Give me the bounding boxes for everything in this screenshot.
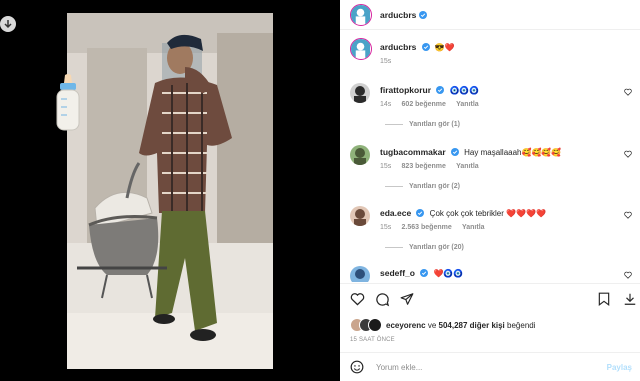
- view-replies-label: Yanıtları gör (1): [409, 121, 460, 128]
- post-comment-button[interactable]: Paylaş: [607, 363, 632, 372]
- caption-text: 😎❤️: [434, 43, 455, 52]
- download-icon[interactable]: [623, 292, 637, 306]
- view-replies-button[interactable]: Yanıtları gör (2): [385, 183, 460, 190]
- comment-likes[interactable]: 2.563 beğenme: [402, 224, 452, 231]
- comment-likes[interactable]: 602 beğenme: [402, 101, 446, 108]
- avatar-image: [351, 4, 370, 24]
- verified-badge-icon: [436, 86, 445, 94]
- avatar-image: [350, 206, 370, 226]
- comment-time: 15s: [380, 163, 392, 170]
- reply-button[interactable]: Yanıtla: [456, 163, 479, 170]
- verified-badge-icon: [419, 10, 428, 19]
- commenter-avatar[interactable]: [350, 83, 370, 103]
- commenter-avatar[interactable]: [350, 206, 370, 226]
- baby-bottle-sticker: [56, 74, 80, 131]
- reply-button[interactable]: Yanıtla: [462, 224, 485, 231]
- emoji-icon[interactable]: [350, 360, 364, 374]
- liked-by: eceyorenc ve 504,287 diğer kişi beğendi: [350, 318, 536, 332]
- reply-button[interactable]: Yanıtla: [456, 101, 479, 108]
- view-replies-label: Yanıtları gör (20): [409, 244, 464, 251]
- comment-text: ❤️🧿🧿: [433, 269, 464, 278]
- post-photo[interactable]: [67, 13, 273, 369]
- comment-text: Çok çok çok tebrikler ❤️❤️❤️❤️: [429, 209, 546, 218]
- comment-like-heart-icon[interactable]: [624, 150, 632, 158]
- comment-likes[interactable]: 823 beğenme: [402, 163, 446, 170]
- avatar-image: [351, 39, 370, 58]
- download-button[interactable]: [0, 16, 16, 32]
- avatar-image: [350, 266, 370, 282]
- caption-username[interactable]: arducbrs: [380, 42, 416, 52]
- commenter-avatar[interactable]: [350, 266, 370, 282]
- post-detail-panel: arducbrs arducbrs 😎❤️ 15s firattopkorur …: [340, 0, 640, 381]
- liker-avatar[interactable]: [368, 318, 382, 332]
- likes-suffix: beğendi: [507, 320, 536, 330]
- bookmark-icon[interactable]: [598, 292, 610, 306]
- verified-badge-icon: [416, 209, 425, 217]
- commenter-username[interactable]: tugbacommakar: [380, 147, 446, 157]
- comment-input-bar: Yorum ekle... Paylaş: [340, 352, 640, 381]
- commenter-username[interactable]: sedeff_o: [380, 268, 415, 278]
- verified-badge-icon: [420, 269, 429, 277]
- commenter-username[interactable]: firattopkorur: [380, 85, 431, 95]
- verified-badge-icon: [421, 43, 430, 51]
- post-header: arducbrs: [340, 0, 640, 30]
- likes-count[interactable]: 504,287 diğer kişi: [439, 321, 505, 330]
- view-replies-button[interactable]: Yanıtları gör (20): [385, 244, 464, 251]
- arrow-down-icon: [4, 20, 12, 29]
- view-replies-label: Yanıtları gör (2): [409, 183, 460, 190]
- caption-time: 15s: [380, 58, 392, 65]
- divider-line: [385, 124, 403, 125]
- comment-text: 🧿🧿🧿: [449, 86, 480, 95]
- caption-avatar[interactable]: [350, 38, 372, 60]
- comment-like-heart-icon[interactable]: [624, 211, 632, 219]
- liker-avatars: [350, 318, 384, 332]
- divider-line: [385, 247, 403, 248]
- avatar-image: [350, 145, 370, 165]
- comment-time: 15s: [380, 224, 392, 231]
- author-avatar[interactable]: [350, 3, 372, 26]
- divider-line: [385, 186, 403, 187]
- liker-username[interactable]: eceyorenc: [386, 321, 426, 330]
- comment-like-heart-icon[interactable]: [624, 271, 632, 279]
- comment-icon[interactable]: [375, 292, 390, 307]
- photo-illustration: [67, 13, 273, 369]
- likes-connector: ve: [427, 320, 437, 330]
- verified-badge-icon: [450, 148, 459, 156]
- comment-like-heart-icon[interactable]: [624, 88, 632, 96]
- author-username[interactable]: arducbrs: [380, 10, 416, 20]
- comment-item: sedeff_o ❤️🧿🧿: [350, 266, 635, 282]
- avatar-image: [350, 83, 370, 103]
- comment-input[interactable]: Yorum ekle...: [376, 363, 422, 372]
- post-timestamp: 15 SAAT ÖNCE: [350, 337, 395, 343]
- like-heart-icon[interactable]: [350, 292, 365, 306]
- commenter-avatar[interactable]: [350, 145, 370, 165]
- commenter-username[interactable]: eda.ece: [380, 208, 411, 218]
- share-paper-plane-icon[interactable]: [400, 292, 414, 306]
- view-replies-button[interactable]: Yanıtları gör (1): [385, 121, 460, 128]
- photo-pane: [0, 0, 340, 381]
- comment-text: Hay maşallaaah🥰🥰🥰🥰: [464, 148, 562, 157]
- comment-time: 14s: [380, 101, 392, 108]
